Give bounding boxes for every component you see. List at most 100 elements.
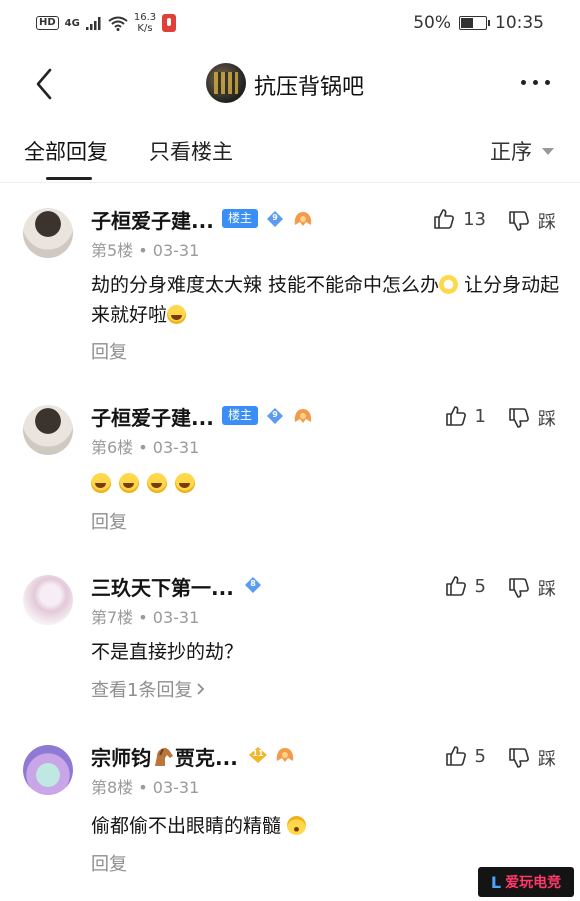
dislike-button[interactable]: 踩: [508, 575, 556, 601]
thumbs-up-icon: [445, 746, 466, 766]
sort-label: 正序: [490, 140, 532, 164]
username[interactable]: 子桓爱子建...: [91, 402, 214, 431]
dislike-button[interactable]: 踩: [508, 405, 556, 431]
level-number: 9: [272, 212, 278, 222]
active-tab-indicator: [46, 177, 92, 180]
emoji-icon: [167, 305, 187, 324]
level-badge-icon: 9: [266, 210, 284, 228]
avatar[interactable]: [23, 208, 73, 258]
recording-icon: [162, 14, 177, 32]
reply-link[interactable]: 回复: [91, 850, 127, 876]
owner-badge: 楼主: [222, 406, 259, 425]
sort-dropdown[interactable]: 正序: [490, 136, 554, 166]
medal-icon: [276, 748, 294, 762]
dislike-button[interactable]: 踩: [508, 208, 556, 234]
floor-number: 第7楼: [91, 608, 134, 627]
thumbs-down-icon: [509, 748, 529, 768]
signal-icon: [85, 16, 101, 30]
speed-unit: K/s: [137, 23, 153, 34]
medal-icon: [294, 211, 312, 226]
username[interactable]: 子桓爱子建...: [91, 205, 214, 234]
dislike-label: 踩: [538, 212, 556, 233]
thumbs-up-icon: [434, 209, 455, 229]
thumbs-down-icon: [509, 211, 529, 231]
reply-link[interactable]: 回复: [91, 508, 127, 534]
tab-owner-only[interactable]: 只看楼主: [149, 136, 233, 166]
speed-value: 16.3: [133, 12, 157, 23]
username-part: 贾克...: [175, 746, 238, 770]
like-count: 5: [474, 575, 486, 597]
post-meta: 第8楼 • 03-31: [91, 778, 200, 797]
avatar[interactable]: [23, 575, 73, 625]
username[interactable]: 三玖天下第一...: [91, 572, 234, 601]
reply-link[interactable]: 回复: [91, 338, 127, 364]
user-badges: 11: [248, 746, 296, 764]
forum-title[interactable]: 抗压背锅吧: [254, 69, 364, 101]
avatar[interactable]: [23, 745, 73, 795]
post-date: 03-31: [152, 778, 200, 797]
status-bar: HD 4G 16.3 K/s 50% 10:35: [0, 0, 580, 48]
level-number: 9: [272, 409, 278, 419]
laughing-emoji-icon: [175, 473, 195, 493]
dislike-label: 踩: [538, 749, 556, 770]
level-badge-icon: 8: [244, 576, 262, 594]
watermark-logo: L 爱玩电竞: [478, 867, 574, 897]
dislike-button[interactable]: 踩: [508, 745, 556, 771]
reply-filter-tabs: 全部回复 只看楼主 正序: [0, 130, 580, 183]
chevron-right-icon: [197, 683, 205, 695]
floor-number: 第8楼: [91, 778, 134, 797]
nav-bar: 抗压背锅吧: [0, 52, 580, 114]
floor-number: 第5楼: [91, 241, 134, 260]
reply-content: 偷都偷不出眼睛的精髓: [91, 811, 561, 841]
reply-text: 偷都偷不出眼睛的精髓: [91, 815, 282, 837]
user-badges: 楼主 9: [222, 406, 314, 425]
reply-text: 劫的分身难度太大辣 技能不能命中怎么办: [91, 274, 440, 296]
avatar[interactable]: [23, 405, 73, 455]
chevron-down-icon: [542, 147, 554, 155]
hd-indicator: HD: [36, 16, 59, 30]
network-type: 4G: [64, 17, 80, 29]
like-button[interactable]: 13: [433, 208, 486, 230]
laughing-emoji-icon: [91, 473, 111, 493]
watermark-text: 爱玩电竞: [505, 875, 562, 891]
dislike-label: 踩: [538, 409, 556, 430]
like-button[interactable]: 5: [445, 745, 486, 767]
level-number: 11: [252, 749, 264, 758]
horse-emoji-icon: [155, 747, 173, 766]
like-button[interactable]: 5: [445, 575, 486, 597]
dislike-label: 踩: [538, 579, 556, 600]
battery-icon: [459, 16, 490, 30]
network-speed: 16.3 K/s: [134, 12, 156, 34]
like-count: 5: [474, 745, 486, 767]
surprised-emoji-icon: [287, 816, 307, 835]
post-meta: 第6楼 • 03-31: [91, 438, 200, 457]
user-badges: 楼主 9: [222, 209, 314, 228]
watermark-mark-icon: L: [490, 872, 502, 892]
post-date: 03-31: [152, 438, 200, 457]
username[interactable]: 宗师钧 贾克...: [91, 742, 238, 771]
view-replies-link[interactable]: 查看1条回复: [91, 676, 206, 702]
level-badge-icon: 9: [266, 407, 284, 425]
post-date: 03-31: [152, 241, 200, 260]
floor-number: 第6楼: [91, 438, 134, 457]
thumbs-up-icon: [445, 576, 466, 596]
owner-badge: 楼主: [222, 209, 259, 228]
wifi-icon: [108, 16, 128, 31]
reply-content: 劫的分身难度太大辣 技能不能命中怎么办 让分身动起来就好啦: [91, 270, 561, 330]
back-arrow-icon[interactable]: [28, 64, 62, 104]
laughing-emoji-icon: [119, 473, 139, 493]
thumbs-up-icon: [445, 406, 466, 426]
forum-avatar[interactable]: [206, 63, 246, 103]
like-button[interactable]: 1: [445, 405, 486, 427]
laughing-emoji-icon: [147, 473, 167, 493]
level-number: 8: [250, 579, 256, 588]
thumbs-down-icon: [509, 578, 529, 598]
more-options-icon[interactable]: [521, 80, 550, 85]
thumbs-down-icon: [509, 408, 529, 428]
user-badges: 8: [244, 576, 262, 594]
post-meta: 第7楼 • 03-31: [91, 608, 200, 627]
view-replies-label: 查看1条回复: [91, 680, 193, 701]
tab-all-replies[interactable]: 全部回复: [24, 136, 108, 166]
clock: 10:35: [495, 13, 544, 33]
like-count: 13: [463, 208, 486, 230]
